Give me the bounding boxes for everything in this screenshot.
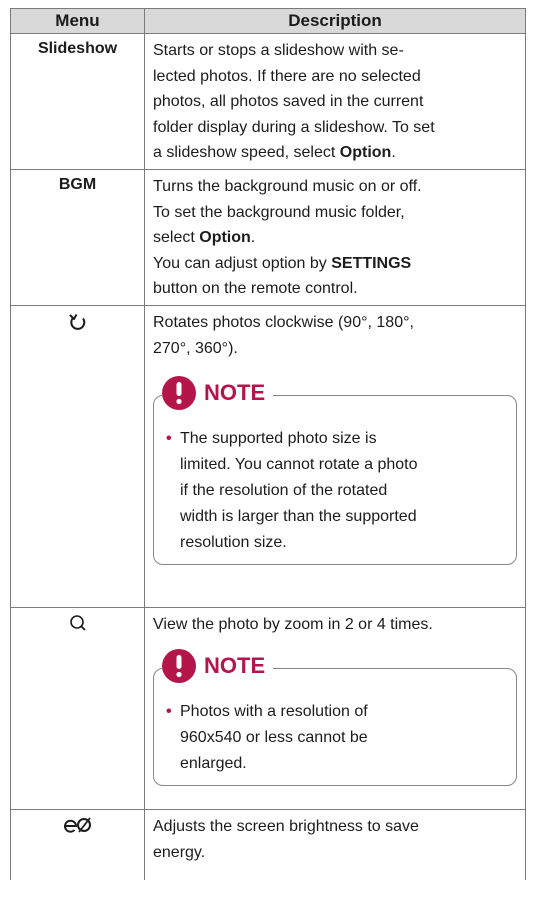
note-bullet: • Photos with a resolution of 960x540 or…	[166, 699, 506, 777]
description-rotate: Rotates photos clockwise (90°, 180°, 270…	[145, 306, 525, 607]
exclamation-icon	[162, 648, 196, 683]
note-box: NOTE • Photos with a resolution of 960x5…	[153, 648, 517, 786]
menu-slideshow: Slideshow	[11, 34, 145, 169]
desc-line: Starts or stops a slideshow with se-	[153, 42, 404, 59]
header-menu: Menu	[11, 9, 145, 33]
desc-text: a slideshow speed, select	[153, 144, 340, 161]
desc-line: 270°, 360°).	[153, 339, 238, 357]
rotate-clockwise-icon	[68, 314, 85, 330]
note-header: NOTE	[162, 376, 274, 410]
desc-text: You can adjust option by	[153, 254, 332, 272]
description-bgm: Turns the background music on or off. To…	[145, 170, 525, 305]
bullet-icon: •	[166, 702, 172, 720]
desc-line: folder display during a slideshow. To se…	[153, 118, 435, 136]
option-keyword: Option	[339, 144, 392, 161]
table-row-energy: Adjusts the screen brightness to save en…	[10, 810, 526, 880]
bullet-icon: •	[166, 430, 172, 447]
note-title: NOTE	[204, 380, 266, 406]
desc-line: lected photos. If there are no selected	[153, 67, 421, 85]
note-line: Photos with a resolution of	[180, 702, 368, 720]
table-row-zoom: View the photo by zoom in 2 or 4 times. …	[10, 608, 526, 810]
note-line: width is larger than the supported	[180, 508, 417, 525]
desc-line: View the photo by zoom in 2 or 4 times.	[153, 616, 433, 633]
desc-line: Adjusts the screen brightness to save	[153, 818, 419, 835]
menu-description-table: Menu Description Slideshow Starts or sto…	[10, 8, 526, 880]
divider	[294, 395, 508, 396]
note-box: NOTE • The supported photo size is limit…	[153, 376, 517, 565]
desc-text: .	[391, 144, 396, 161]
menu-rotate	[11, 306, 145, 607]
menu-bgm: BGM	[11, 170, 145, 305]
description-energy: Adjusts the screen brightness to save en…	[145, 810, 525, 880]
note-line: if the resolution of the rotated	[180, 482, 388, 499]
header-description: Description	[288, 11, 382, 30]
description-zoom: View the photo by zoom in 2 or 4 times. …	[145, 608, 525, 809]
desc-line: energy.	[153, 843, 206, 861]
menu-zoom	[11, 608, 145, 809]
zoom-icon	[69, 615, 86, 631]
description-slideshow: Starts or stops a slideshow with se- lec…	[145, 34, 525, 169]
desc-line: a slideshow speed, select Option.	[153, 140, 517, 166]
table-row-rotate: Rotates photos clockwise (90°, 180°, 270…	[10, 306, 526, 608]
desc-text: .	[250, 229, 256, 246]
desc-line: To set the background music folder,	[153, 203, 405, 221]
note-bullet: • The supported photo size is limited. Y…	[166, 426, 506, 556]
table-row-bgm: BGM Turns the background music on or off…	[10, 170, 526, 306]
settings-keyword: SETTINGS	[331, 254, 412, 272]
desc-line: You can adjust option by SETTINGS	[153, 251, 517, 277]
note-line: The supported photo size is	[180, 430, 377, 447]
note-text: Photos with a resolution of 960x540 or l…	[180, 699, 368, 777]
note-line: resolution size.	[180, 534, 287, 551]
note-line: limited. You cannot rotate a photo	[180, 456, 418, 473]
note-title: NOTE	[204, 652, 266, 678]
note-line: 960x540 or less cannot be	[180, 728, 368, 746]
desc-line: button on the remote control.	[153, 280, 358, 297]
option-keyword: Option	[199, 229, 251, 246]
table-header: Menu Description	[10, 8, 526, 34]
note-line: enlarged.	[180, 754, 247, 772]
note-header: NOTE	[162, 648, 274, 683]
note-text: The supported photo size is limited. You…	[180, 426, 418, 556]
desc-line: select Option.	[153, 225, 517, 251]
exclamation-icon	[162, 376, 196, 410]
table-row-slideshow: Slideshow Starts or stops a slideshow wi…	[10, 34, 526, 170]
divider	[294, 667, 508, 669]
desc-line: Turns the background music on or off.	[153, 178, 422, 195]
desc-line: photos, all photos saved in the current	[153, 93, 424, 110]
desc-line: Rotates photos clockwise (90°, 180°,	[153, 314, 414, 331]
menu-energy	[11, 810, 145, 880]
desc-text: select	[153, 229, 200, 246]
energy-saving-icon	[63, 817, 91, 833]
